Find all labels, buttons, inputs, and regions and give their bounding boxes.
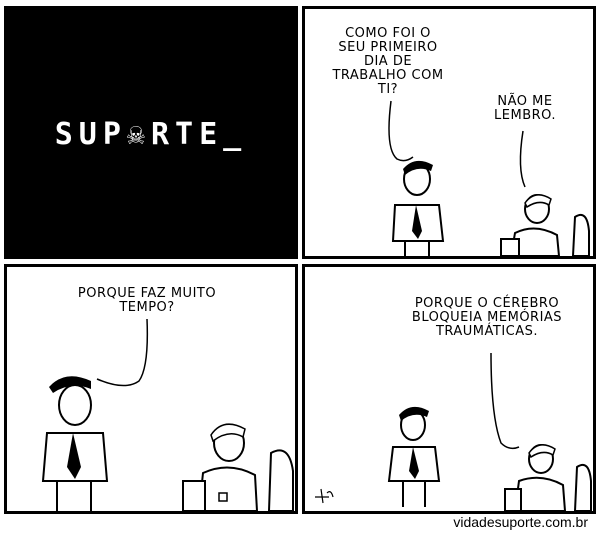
employee-figure bbox=[182, 423, 294, 511]
panel-traumatic-memories: PORQUE O CÉREBRO BLOQUEIA MEMÓRIAS TRAUM… bbox=[302, 264, 596, 514]
suporte-logo: SUP☠RTE_ bbox=[54, 117, 248, 152]
panel3-drawing bbox=[41, 318, 294, 511]
site-credit: vidadesuporte.com.br bbox=[453, 514, 588, 530]
employee-figure bbox=[500, 194, 590, 256]
artist-signature-icon bbox=[315, 488, 334, 504]
boss-figure bbox=[41, 376, 109, 511]
panel4-drawing bbox=[315, 352, 592, 511]
panel2-drawing bbox=[388, 100, 590, 256]
panel-first-day-question: COMO FOI O SEU PRIMEIRO DIA DE TRABALHO … bbox=[302, 6, 596, 259]
employee-figure bbox=[504, 444, 592, 511]
boss-figure bbox=[387, 406, 441, 507]
panel-logo: SUP☠RTE_ bbox=[4, 6, 298, 259]
panel-long-time-question: PORQUE FAZ MUITO TEMPO? bbox=[4, 264, 298, 514]
boss-figure bbox=[391, 160, 445, 256]
